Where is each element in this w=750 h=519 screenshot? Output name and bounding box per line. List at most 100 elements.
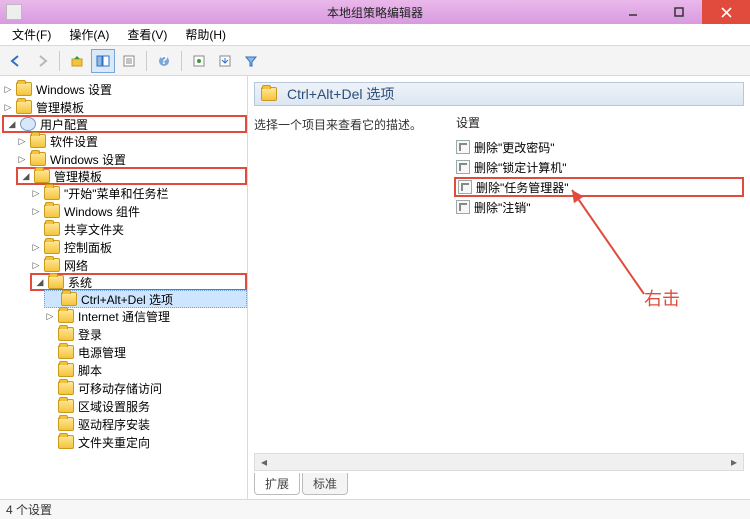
tree-label: Windows 设置: [36, 81, 112, 98]
expander-icon[interactable]: ▷: [16, 135, 28, 147]
folder-icon: [44, 222, 60, 236]
forward-button[interactable]: [30, 49, 54, 73]
menubar: 文件(F) 操作(A) 查看(V) 帮助(H): [0, 24, 750, 46]
menu-action[interactable]: 操作(A): [61, 24, 117, 45]
properties-button[interactable]: [117, 49, 141, 73]
policy-icon: [458, 180, 472, 194]
tree-item-user-config[interactable]: ◢用户配置: [2, 115, 247, 133]
tree-item-admin-templates[interactable]: ◢ 管理模板: [16, 167, 247, 185]
tree-root: ▷ Windows 设置 ▷ 管理模板 ◢用户配置 ▷软件设置 ▷ Windows 设…: [2, 80, 247, 451]
tree-item[interactable]: ▷Windows 组件: [30, 202, 247, 220]
tree-item[interactable]: 共享文件夹: [30, 220, 247, 238]
back-button[interactable]: [4, 49, 28, 73]
content-title: Ctrl+Alt+Del 选项: [287, 84, 394, 104]
setting-item-task-manager[interactable]: 删除"任务管理器": [454, 177, 744, 197]
tree-item[interactable]: ▷控制面板: [30, 238, 247, 256]
tree-item[interactable]: ▷ Windows 设置: [2, 80, 247, 98]
options-button[interactable]: [187, 49, 211, 73]
status-text: 4 个设置: [6, 501, 52, 518]
setting-label: 删除"任务管理器": [476, 179, 569, 196]
tree-item-system[interactable]: ◢系统: [30, 273, 247, 291]
tree-label: 电源管理: [78, 344, 126, 361]
help-button[interactable]: ?: [152, 49, 176, 73]
tree-label: Internet 通信管理: [78, 308, 170, 325]
expander-icon[interactable]: ▷: [2, 83, 14, 95]
filter-button[interactable]: [239, 49, 263, 73]
expander-icon[interactable]: ◢: [6, 118, 18, 130]
tree-item[interactable]: 可移动存储访问: [44, 379, 247, 397]
tree-label: 管理模板: [36, 99, 84, 116]
tree-item[interactable]: ▷ Windows 设置: [16, 150, 247, 168]
tree-item[interactable]: 文件夹重定向: [44, 433, 247, 451]
tree-label: 共享文件夹: [64, 221, 124, 238]
expander-icon[interactable]: ▷: [30, 241, 42, 253]
tree-item[interactable]: ▷ Internet 通信管理: [44, 307, 247, 325]
setting-item[interactable]: 删除"注销": [454, 197, 744, 217]
setting-label: 删除"注销": [474, 199, 531, 216]
expander-icon[interactable]: ▷: [30, 187, 42, 199]
folder-icon: [261, 87, 277, 101]
export-button[interactable]: [213, 49, 237, 73]
minimize-button[interactable]: [610, 0, 656, 24]
setting-item[interactable]: 删除"锁定计算机": [454, 157, 744, 177]
folder-icon: [34, 169, 50, 183]
expander-icon[interactable]: ◢: [34, 276, 46, 288]
tree-label: Windows 设置: [50, 151, 126, 168]
separator: [181, 51, 182, 71]
expander-icon[interactable]: ▷: [30, 205, 42, 217]
tree-item[interactable]: ▷网络: [30, 256, 247, 274]
tree-item[interactable]: ▷ 管理模板: [2, 98, 247, 116]
status-bar: 4 个设置: [0, 499, 750, 519]
expander-icon[interactable]: ▷: [2, 101, 14, 113]
tree-label: 文件夹重定向: [78, 434, 150, 451]
setting-item[interactable]: 删除"更改密码": [454, 137, 744, 157]
app-icon: [6, 4, 22, 20]
policy-icon: [456, 140, 470, 154]
tree-item[interactable]: ▷软件设置: [16, 132, 247, 150]
scroll-left-button[interactable]: ◂: [255, 454, 273, 470]
tree-item-cad-options[interactable]: Ctrl+Alt+Del 选项: [44, 290, 247, 308]
folder-icon: [44, 240, 60, 254]
column-header-setting[interactable]: 设置: [454, 112, 744, 137]
folder-icon: [58, 435, 74, 449]
expander-icon[interactable]: ▷: [30, 259, 42, 271]
menu-view[interactable]: 查看(V): [119, 24, 175, 45]
close-button[interactable]: [702, 0, 750, 24]
tree-label: 登录: [78, 326, 102, 343]
menu-help[interactable]: 帮助(H): [177, 24, 234, 45]
tab-standard[interactable]: 标准: [302, 473, 348, 495]
expander-icon[interactable]: ◢: [20, 170, 32, 182]
spacer: [44, 382, 56, 394]
policy-icon: [456, 160, 470, 174]
spacer: [44, 364, 56, 376]
menu-file[interactable]: 文件(F): [4, 24, 59, 45]
tree-item[interactable]: ▷ "开始"菜单和任务栏: [30, 184, 247, 202]
folder-icon: [58, 399, 74, 413]
show-hide-tree-button[interactable]: [91, 49, 115, 73]
folder-icon: [58, 345, 74, 359]
scroll-right-button[interactable]: ▸: [725, 454, 743, 470]
up-button[interactable]: [65, 49, 89, 73]
tree-item[interactable]: 脚本: [44, 361, 247, 379]
tree-item[interactable]: 驱动程序安装: [44, 415, 247, 433]
maximize-button[interactable]: [656, 0, 702, 24]
tree-item[interactable]: 电源管理: [44, 343, 247, 361]
expander-icon[interactable]: ▷: [44, 310, 56, 322]
svg-text:?: ?: [160, 54, 167, 67]
content-pane: Ctrl+Alt+Del 选项 选择一个项目来查看它的描述。 设置 删除"更改密…: [248, 76, 750, 499]
tree-label: 可移动存储访问: [78, 380, 162, 397]
tab-extended[interactable]: 扩展: [254, 473, 300, 495]
setting-label: 删除"锁定计算机": [474, 159, 567, 176]
horizontal-scrollbar[interactable]: ◂ ▸: [254, 453, 744, 471]
spacer: [44, 418, 56, 430]
folder-icon: [58, 363, 74, 377]
tree-item[interactable]: 登录: [44, 325, 247, 343]
folder-icon: [48, 275, 64, 289]
content-columns: 选择一个项目来查看它的描述。 设置 删除"更改密码" 删除"锁定计算机" 删除"…: [254, 110, 744, 453]
tree-label: 管理模板: [54, 168, 102, 185]
tree-item[interactable]: 区域设置服务: [44, 397, 247, 415]
folder-icon: [58, 417, 74, 431]
expander-icon[interactable]: ▷: [16, 153, 28, 165]
tree-label: "开始"菜单和任务栏: [64, 185, 169, 202]
tree-pane[interactable]: ▷ Windows 设置 ▷ 管理模板 ◢用户配置 ▷软件设置 ▷ Windows 设…: [0, 76, 248, 499]
